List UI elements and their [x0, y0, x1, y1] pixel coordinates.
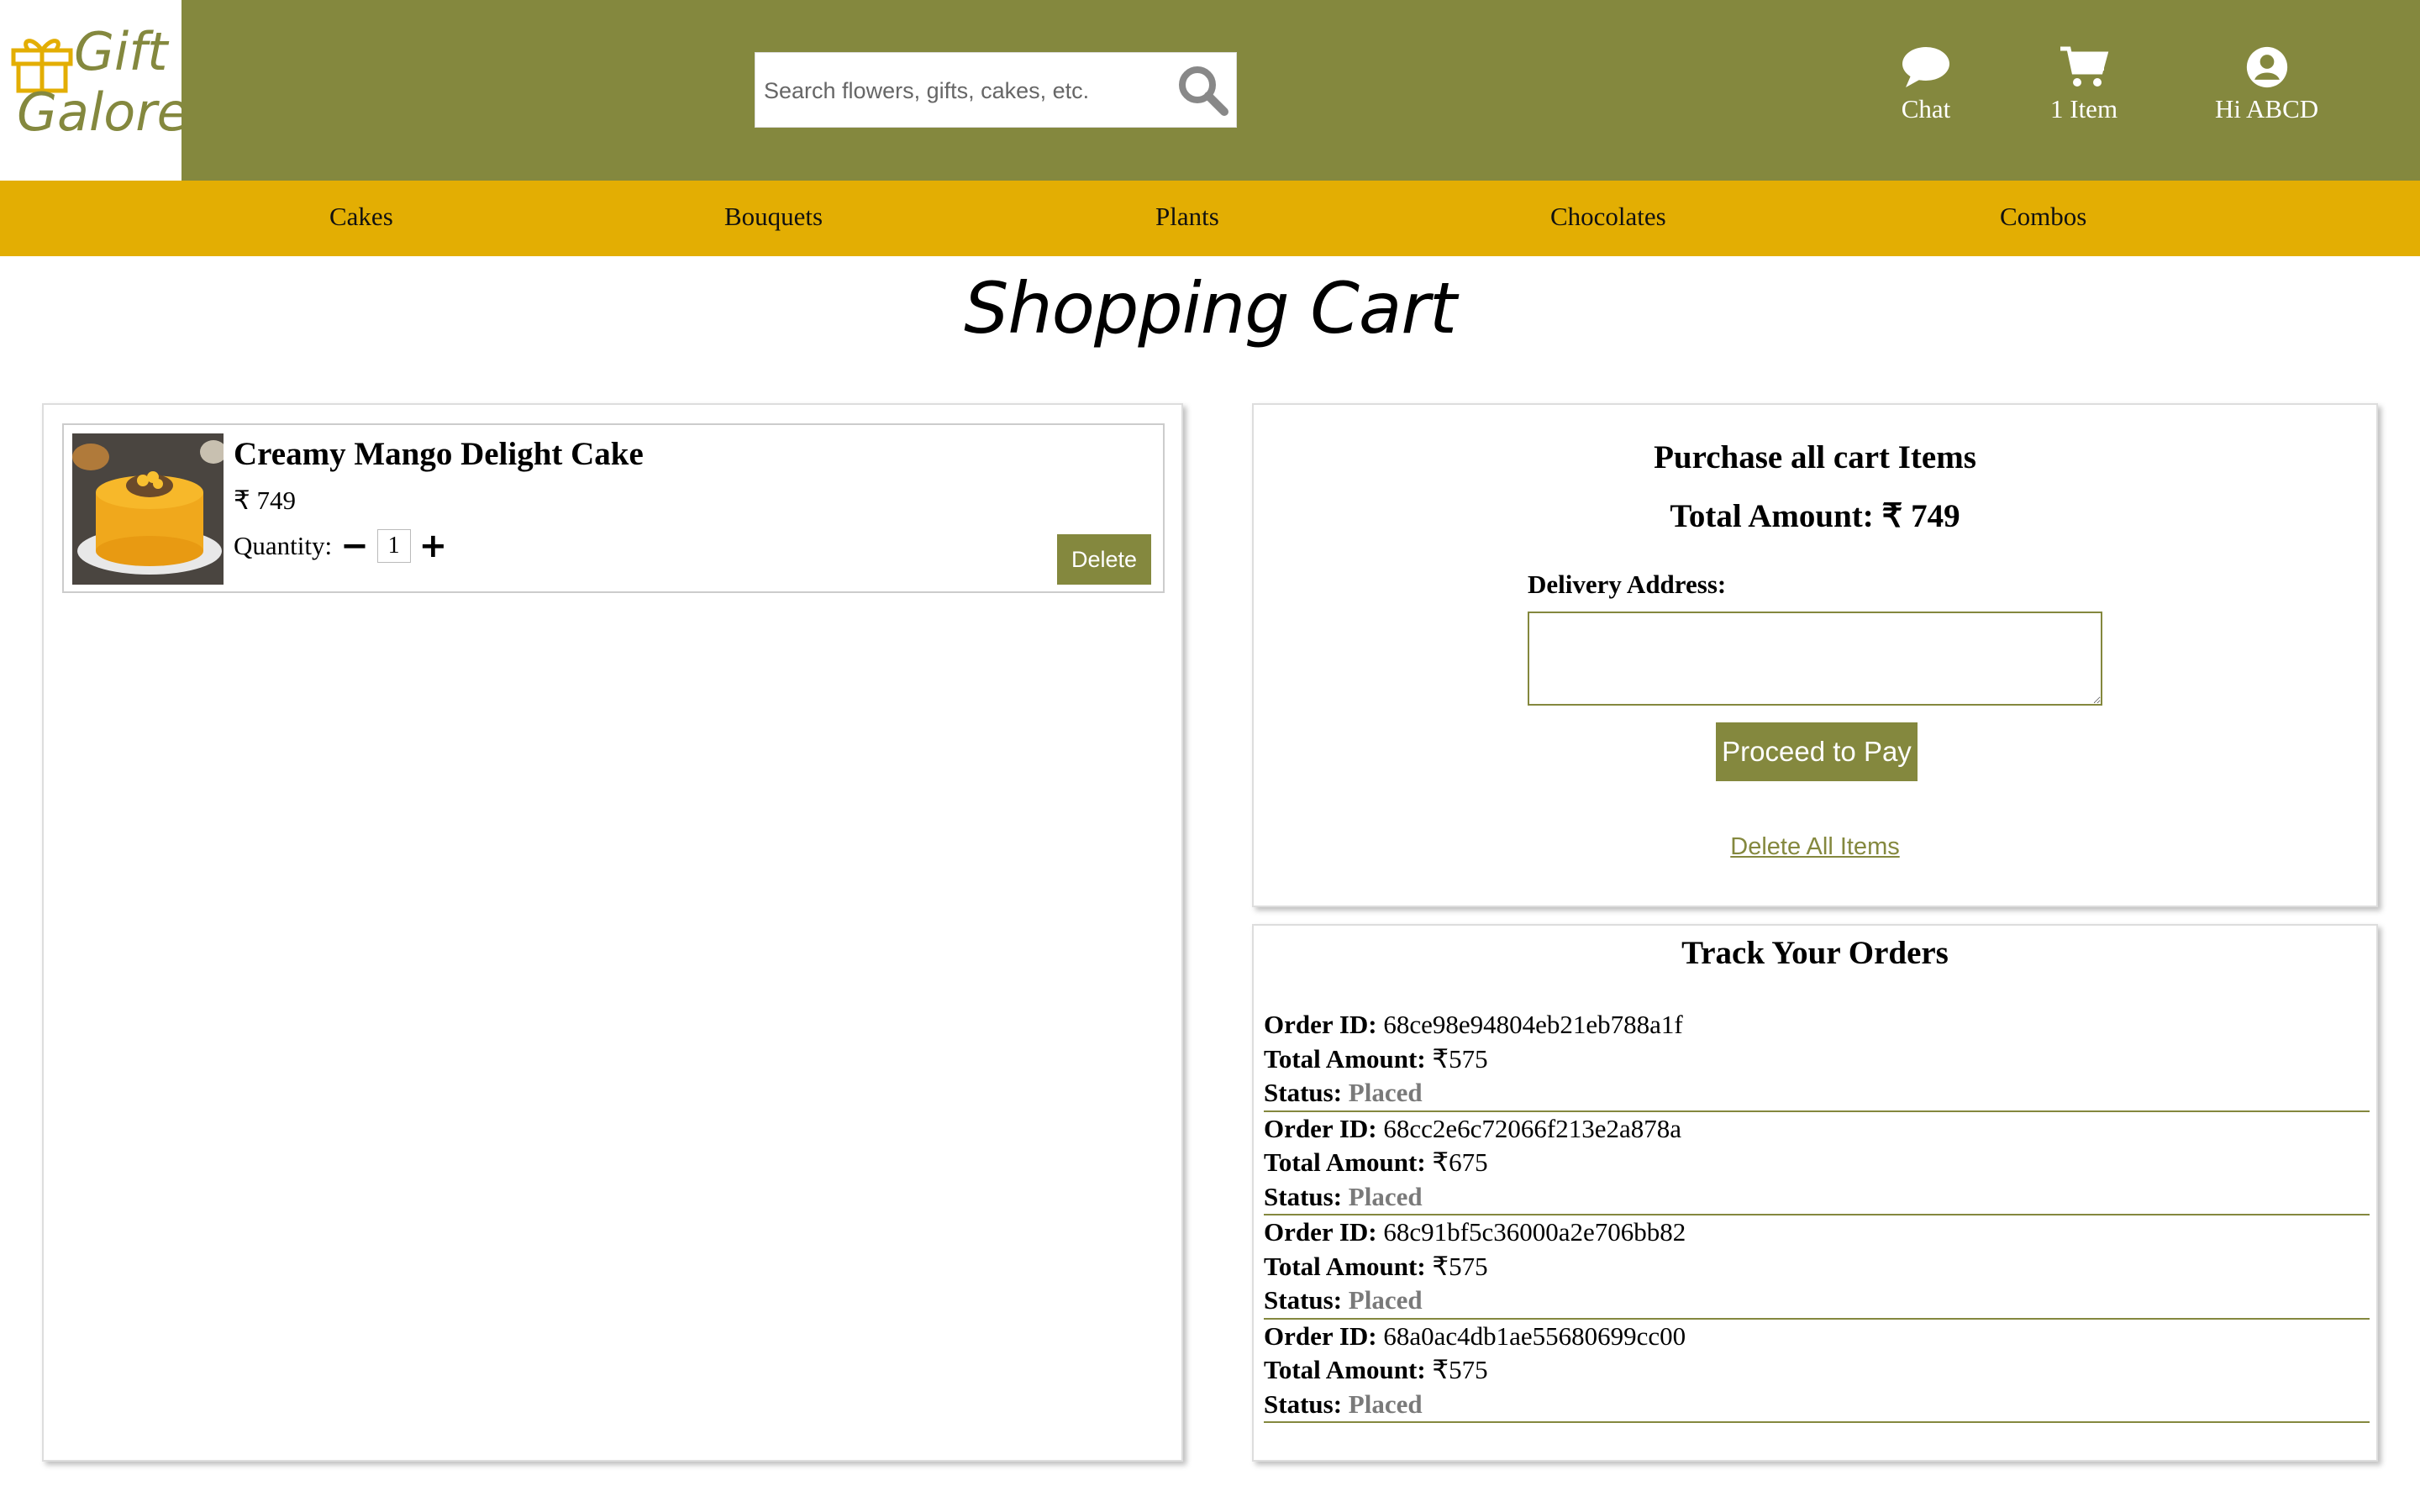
order-id: 68c91bf5c36000a2e706bb82	[1383, 1217, 1686, 1247]
order-status-label: Status:	[1264, 1181, 1343, 1211]
order-amount-label: Total Amount:	[1264, 1355, 1426, 1384]
user-account-button[interactable]: Hi ABCD	[2215, 45, 2318, 124]
category-cakes[interactable]: Cakes	[329, 202, 393, 232]
increase-quantity-button[interactable]: +	[419, 529, 448, 563]
delivery-address-label: Delivery Address:	[1528, 570, 1727, 599]
order-id: 68a0ac4db1ae55680699cc00	[1383, 1320, 1686, 1351]
delivery-address-field[interactable]	[1528, 612, 2102, 706]
order-status: Placed	[1348, 1181, 1423, 1211]
order-id: 68ce98e94804eb21eb788a1f	[1383, 1010, 1683, 1039]
search-bar	[755, 52, 1237, 128]
top-header: Gift Galore Chat 1 Item	[0, 0, 2420, 181]
order-entry: Order ID: 68cc2e6c72066f213e2a878a Total…	[1264, 1112, 2370, 1215]
order-status-label: Status:	[1264, 1078, 1343, 1107]
quantity-stepper: Quantity: − 1 +	[234, 529, 455, 563]
order-status: Placed	[1348, 1285, 1423, 1315]
cart-items-panel: Creamy Mango Delight Cake ₹ 749 Quantity…	[42, 403, 1183, 1462]
order-status-label: Status:	[1264, 1285, 1343, 1315]
purchase-title: Purchase all cart Items	[1654, 439, 1976, 475]
order-amount-label: Total Amount:	[1264, 1147, 1426, 1177]
order-amount: ₹575	[1432, 1043, 1488, 1074]
cart-button[interactable]: 1 Item	[2050, 45, 2118, 124]
order-amount: ₹675	[1432, 1147, 1488, 1177]
category-plants[interactable]: Plants	[1155, 202, 1219, 232]
delete-all-items-link[interactable]: Delete All Items	[1254, 833, 2376, 861]
search-icon[interactable]	[1176, 63, 1229, 121]
product-price: ₹ 749	[234, 486, 296, 515]
cart-icon	[2060, 46, 2109, 87]
quantity-label: Quantity:	[234, 531, 333, 560]
order-amount: ₹575	[1432, 1251, 1488, 1281]
order-id: 68cc2e6c72066f213e2a878a	[1383, 1113, 1681, 1143]
order-id-label: Order ID:	[1264, 1113, 1377, 1143]
order-amount: ₹575	[1432, 1355, 1488, 1384]
logo-line-1: Gift	[74, 21, 168, 82]
order-status-label: Status:	[1264, 1389, 1343, 1419]
total-amount: Total Amount: ₹ 749	[1670, 498, 1960, 534]
search-input[interactable]	[764, 70, 1167, 112]
order-id-label: Order ID:	[1264, 1320, 1377, 1351]
order-status: Placed	[1348, 1389, 1423, 1419]
order-status: Placed	[1348, 1078, 1423, 1107]
product-image	[72, 433, 224, 585]
category-bouquets[interactable]: Bouquets	[724, 202, 823, 232]
logo-text: Gift Galore	[17, 25, 189, 139]
category-nav: Cakes Bouquets Plants Chocolates Combos	[0, 181, 2420, 256]
order-id-label: Order ID:	[1264, 1010, 1377, 1039]
logo[interactable]: Gift Galore	[0, 0, 189, 181]
category-combos[interactable]: Combos	[2000, 202, 2086, 232]
track-orders-panel: Track Your Orders Order ID: 68ce98e94804…	[1252, 924, 2378, 1462]
order-entry: Order ID: 68c91bf5c36000a2e706bb82 Total…	[1264, 1215, 2370, 1320]
cart-item: Creamy Mango Delight Cake ₹ 749 Quantity…	[62, 423, 1165, 593]
orders-list: Order ID: 68ce98e94804eb21eb788a1f Total…	[1264, 1008, 2370, 1423]
decrease-quantity-button[interactable]: −	[340, 529, 369, 563]
user-icon	[2246, 46, 2287, 88]
user-greeting: Hi ABCD	[2215, 94, 2319, 123]
track-orders-title: Track Your Orders	[1681, 935, 1949, 971]
quantity-value: 1	[376, 529, 411, 563]
purchase-panel: Purchase all cart Items Total Amount: ₹ …	[1252, 403, 2378, 907]
order-entry: Order ID: 68a0ac4db1ae55680699cc00 Total…	[1264, 1320, 2370, 1423]
order-entry: Order ID: 68ce98e94804eb21eb788a1f Total…	[1264, 1008, 2370, 1112]
chat-label: Chat	[1901, 94, 1951, 123]
proceed-to-pay-button[interactable]: Proceed to Pay	[1716, 722, 1918, 781]
delete-item-button[interactable]: Delete	[1057, 534, 1151, 585]
chat-button[interactable]: Chat	[1901, 45, 1951, 124]
order-amount-label: Total Amount:	[1264, 1251, 1426, 1281]
product-name: Creamy Mango Delight Cake	[234, 436, 644, 472]
order-amount-label: Total Amount:	[1264, 1043, 1426, 1074]
chat-icon	[1902, 47, 1949, 87]
order-id-label: Order ID:	[1264, 1217, 1377, 1247]
category-chocolates[interactable]: Chocolates	[1550, 202, 1666, 232]
page-title: Shopping Cart	[964, 267, 1457, 349]
cart-count-label: 1 Item	[2050, 94, 2118, 123]
logo-line-2: Galore	[17, 81, 189, 143]
